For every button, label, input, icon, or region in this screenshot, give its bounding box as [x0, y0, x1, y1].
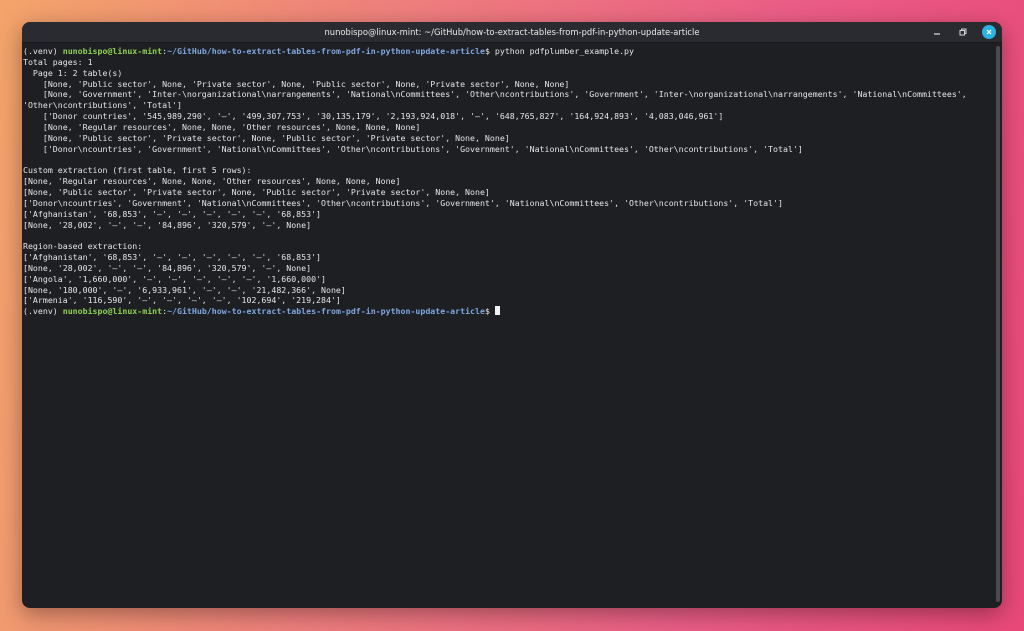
output-line: Page 1: 2 table(s) [23, 67, 123, 78]
output-line: [None, '28,002', '–', '–', '84,896', '32… [23, 219, 312, 230]
output-line: Region-based extraction: [23, 241, 143, 252]
working-directory: ~/GitHub/how-to-extract-tables-from-pdf-… [167, 46, 485, 56]
output-line: Custom extraction (first table, first 5 … [23, 165, 252, 176]
window-title: nunobispo@linux-mint: ~/GitHub/how-to-ex… [324, 27, 700, 37]
output-line: [None, 'Regular resources', None, None, … [23, 121, 421, 132]
output-line: 'Other\ncontributions', 'Total'] [23, 100, 182, 111]
output-line: ['Afghanistan', '68,853', '–', '–', '–',… [23, 252, 322, 263]
scrollbar[interactable] [996, 46, 1000, 602]
output-line: ['Donor\ncountries', 'Government', 'Nati… [23, 143, 803, 154]
prompt-symbol: $ [484, 306, 495, 317]
prompt-line: (.venv) nunobispo@linux-mint:~/GitHub/ho… [23, 306, 992, 317]
window-controls [930, 25, 996, 39]
title-bar[interactable]: nunobispo@linux-mint: ~/GitHub/how-to-ex… [22, 22, 1002, 43]
working-directory: ~/GitHub/how-to-extract-tables-from-pdf-… [167, 306, 485, 317]
output-line: [None, 'Public sector', 'Private sector'… [23, 132, 510, 143]
user-host: nunobispo@linux-mint [62, 306, 163, 317]
output-line: [None, 'Government', 'Inter-\norganizati… [23, 89, 967, 100]
output-line: Total pages: 1 [23, 56, 93, 67]
output-line: [None, 'Public sector', 'Private sector'… [23, 186, 490, 197]
command-text: python pdfplumber_example.py [494, 46, 634, 56]
output-line: [None, 'Regular resources', None, None, … [23, 176, 401, 187]
output-line: ['Donor\ncountries', 'Government', 'Nati… [23, 197, 783, 208]
close-icon[interactable] [982, 25, 996, 39]
venv-indicator: (.venv) [23, 306, 63, 317]
output-line: [None, '180,000', '–', '6,933,961', '–',… [23, 284, 346, 295]
terminal-output[interactable]: (.venv) nunobispo@linux-mint:~/GitHub/ho… [22, 43, 992, 608]
prompt-line: (.venv) nunobispo@linux-mint:~/GitHub/ho… [23, 46, 992, 57]
output-line: ['Angola', '1,660,000', '–', '–', '–', '… [23, 273, 326, 284]
output-line: ['Afghanistan', '68,853', '–', '–', '–',… [23, 208, 322, 219]
output-line: [None, 'Public sector', None, 'Private s… [23, 78, 570, 89]
venv-indicator: (.venv) [23, 46, 63, 56]
terminal-window: nunobispo@linux-mint: ~/GitHub/how-to-ex… [22, 22, 1002, 608]
output-line: ['Armenia', '116,590', '–', '–', '–', '–… [23, 295, 341, 306]
prompt-symbol: $ [484, 46, 495, 56]
user-host: nunobispo@linux-mint [62, 46, 163, 56]
maximize-icon[interactable] [956, 25, 970, 39]
text-cursor [494, 306, 500, 316]
output-line: [None, '28,002', '–', '–', '84,896', '32… [23, 262, 312, 273]
output-line: ['Donor countries', '545,989,290', '–', … [23, 111, 724, 122]
minimize-icon[interactable] [930, 25, 944, 39]
